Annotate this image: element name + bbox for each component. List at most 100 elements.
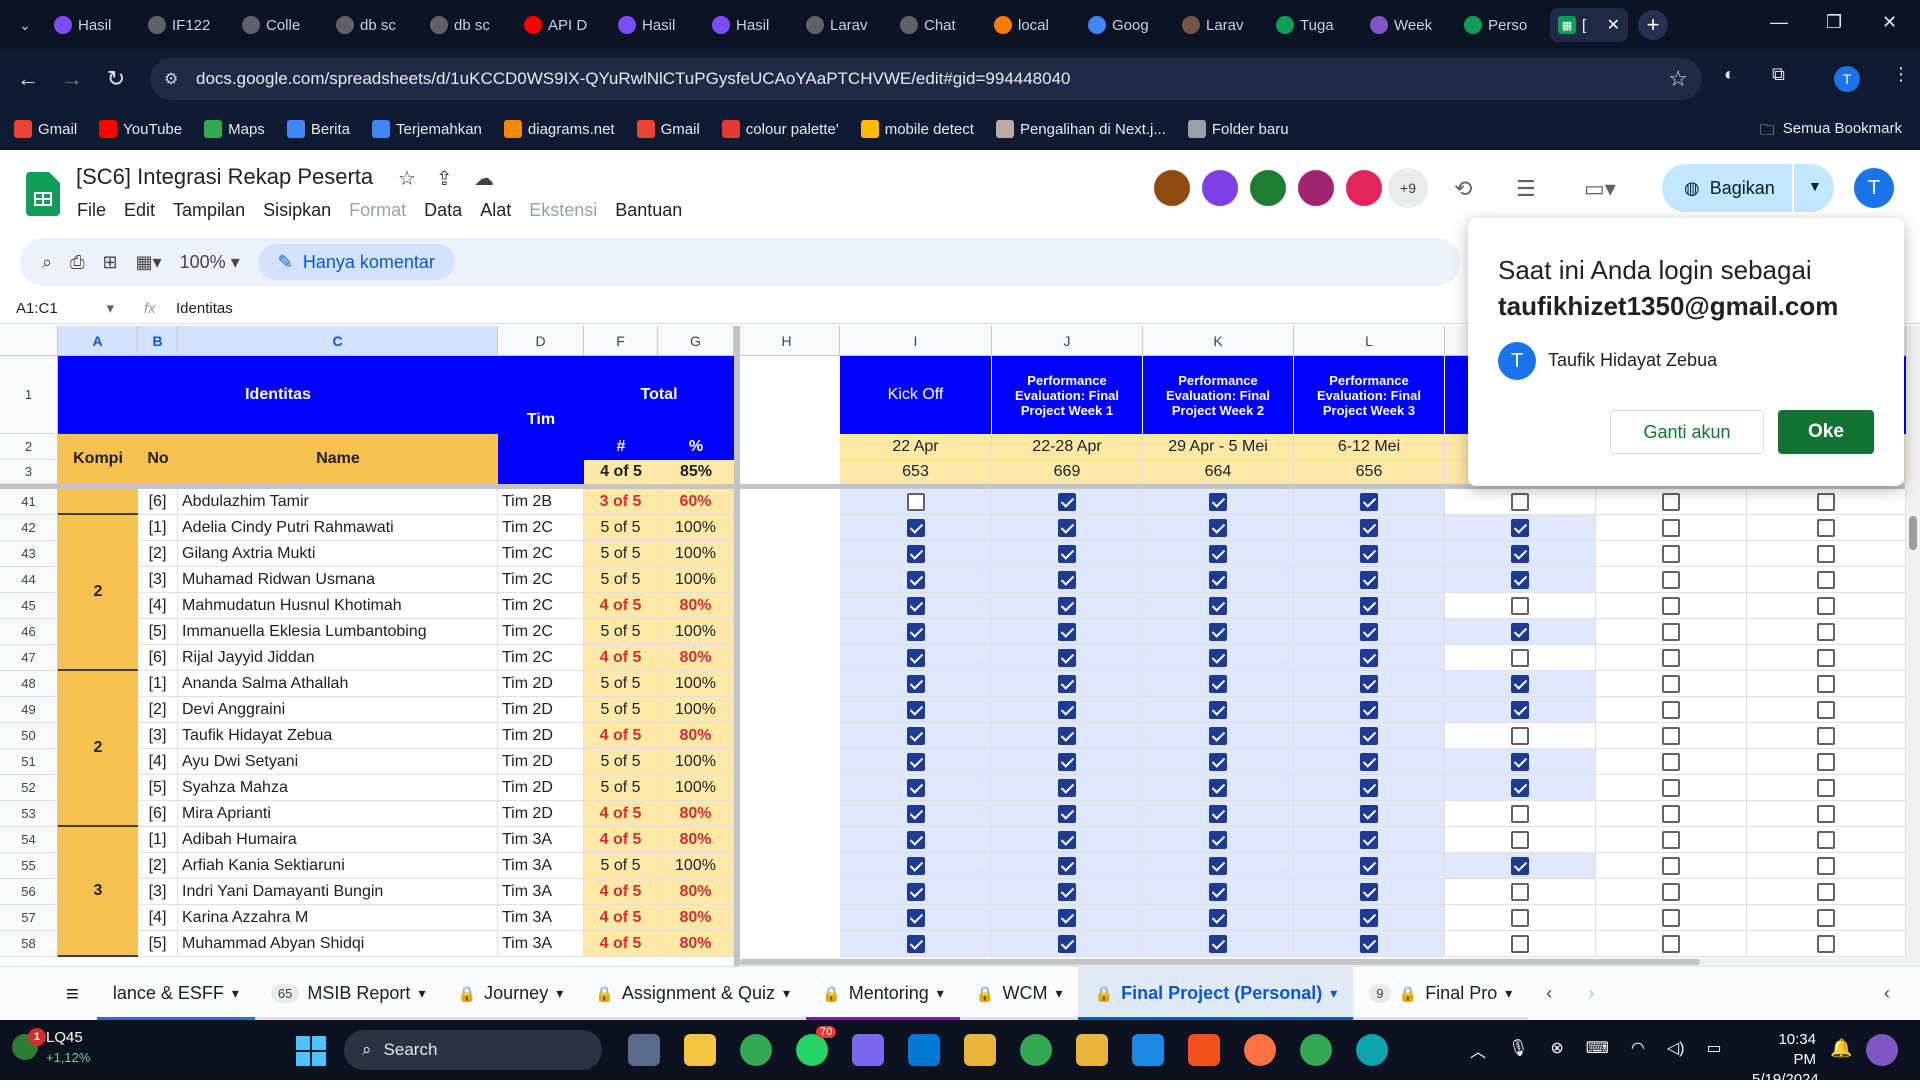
kompi-cell[interactable]	[58, 489, 138, 515]
checkbox-checked[interactable]	[906, 596, 925, 615]
week-count[interactable]: 664	[1143, 460, 1294, 484]
checkbox-checked[interactable]	[1058, 752, 1076, 771]
checkbox-cell[interactable]	[1596, 853, 1747, 879]
row-header[interactable]: 46	[0, 619, 58, 645]
checkbox-checked[interactable]	[1209, 700, 1227, 719]
checkbox-checked[interactable]	[1058, 934, 1076, 953]
checkbox-cell[interactable]	[1596, 619, 1747, 645]
checkbox-cell[interactable]	[992, 697, 1143, 723]
account-avatar[interactable]: T	[1854, 168, 1894, 208]
checkbox-unchecked[interactable]	[1511, 648, 1529, 667]
row-header[interactable]: 52	[0, 775, 58, 801]
checkbox-checked[interactable]	[1209, 752, 1227, 771]
count-cell[interactable]: 4 of 5	[584, 723, 658, 749]
checkbox-checked[interactable]	[1209, 674, 1227, 693]
checkbox-cell[interactable]	[1143, 593, 1294, 619]
view-options-icon[interactable]: ▦▾	[136, 252, 162, 273]
no-cell[interactable]: [3]	[138, 879, 178, 905]
row-header[interactable]: 54	[0, 827, 58, 853]
checkbox-checked[interactable]	[1360, 856, 1378, 875]
tim-cell[interactable]: Tim 2C	[498, 593, 584, 619]
checkbox-checked[interactable]	[1209, 596, 1227, 615]
sheet-tab[interactable]: 🔒 Assignment & Quiz ▾	[579, 967, 807, 1021]
checkbox-cell[interactable]	[1143, 697, 1294, 723]
name-box[interactable]: A1:C1	[0, 299, 124, 317]
task-view-icon[interactable]	[628, 1034, 660, 1066]
checkbox-unchecked[interactable]	[1662, 544, 1680, 563]
week-date[interactable]: 6-12 Mei	[1294, 434, 1445, 460]
checkbox-checked[interactable]	[1058, 544, 1076, 563]
notification-bell-icon[interactable]: 🔔	[1830, 1038, 1852, 1059]
checkbox-unchecked[interactable]	[1511, 596, 1529, 615]
tim-header[interactable]: Tim	[498, 356, 584, 484]
checkbox-checked[interactable]	[906, 674, 925, 693]
checkbox-cell[interactable]	[1143, 827, 1294, 853]
checkbox-unchecked[interactable]	[1817, 882, 1835, 901]
checkbox-checked[interactable]	[1058, 830, 1076, 849]
vscode-icon[interactable]	[908, 1034, 940, 1066]
browser-tab[interactable]: Hasil	[610, 8, 698, 42]
checkbox-cell[interactable]	[840, 879, 992, 905]
browser-menu-icon[interactable]: ⋮	[1892, 64, 1910, 85]
row-header[interactable]: 47	[0, 645, 58, 671]
checkbox-cell[interactable]	[1747, 567, 1906, 593]
bookmark-item[interactable]: colour palette'	[721, 120, 839, 138]
checkbox-cell[interactable]	[1596, 879, 1747, 905]
vertical-scroll-thumb[interactable]	[1909, 516, 1917, 550]
checkbox-cell[interactable]	[1445, 853, 1596, 879]
checkbox-unchecked[interactable]	[1817, 700, 1835, 719]
row-header[interactable]: 55	[0, 853, 58, 879]
checkbox-cell[interactable]	[1294, 749, 1445, 775]
checkbox-cell[interactable]	[1143, 879, 1294, 905]
bookmark-item[interactable]: Gmail	[14, 120, 77, 138]
browser-tab[interactable]: Chat	[892, 8, 980, 42]
checkbox-cell[interactable]	[1596, 827, 1747, 853]
kompi-header[interactable]: Kompi	[58, 434, 138, 484]
menu-item[interactable]: Sisipkan	[254, 196, 340, 225]
clock[interactable]: 10:34 PM 5/19/2024	[1752, 1030, 1819, 1090]
sheet-tab-dropdown-icon[interactable]: ▾	[1055, 985, 1062, 1002]
sheet-tab[interactable]: 🔒 Journey ▾	[441, 967, 580, 1021]
checkbox-unchecked[interactable]	[1662, 908, 1680, 927]
checkbox-cell[interactable]	[840, 697, 992, 723]
no-cell[interactable]: [1]	[138, 827, 178, 853]
bookmark-item[interactable]: Berita	[286, 120, 350, 138]
checkbox-cell[interactable]	[1596, 697, 1747, 723]
count-cell[interactable]: 5 of 5	[584, 567, 658, 593]
checkbox-unchecked[interactable]	[1817, 596, 1835, 615]
column-header[interactable]: G	[658, 326, 734, 356]
sheet-tab[interactable]: 🔒 WCM ▾	[959, 967, 1079, 1021]
checkbox-cell[interactable]	[840, 827, 992, 853]
name-cell[interactable]: Ayu Dwi Setyani	[178, 749, 498, 775]
no-cell[interactable]: [4]	[138, 905, 178, 931]
tim-cell[interactable]: Tim 3A	[498, 905, 584, 931]
column-header[interactable]: B	[138, 326, 178, 356]
checkbox-unchecked[interactable]	[1662, 570, 1680, 589]
pct-cell[interactable]: 60%	[658, 489, 734, 515]
sheet-tab-dropdown-icon[interactable]: ▾	[783, 985, 790, 1002]
checkbox-cell[interactable]	[1747, 619, 1906, 645]
corner-select-all[interactable]	[0, 326, 58, 356]
menu-item[interactable]: Ekstensi	[520, 196, 606, 225]
week-count[interactable]: 656	[1294, 460, 1445, 484]
row-header[interactable]: 51	[0, 749, 58, 775]
app-tray-icon[interactable]: ⊗	[1550, 1038, 1563, 1062]
checkbox-checked[interactable]	[1360, 778, 1378, 797]
browser-tab[interactable]: Hasil	[704, 8, 792, 42]
checkbox-checked[interactable]	[1360, 492, 1378, 511]
name-cell[interactable]: Abdulazhim Tamir	[178, 489, 498, 515]
menu-item[interactable]: File	[68, 196, 115, 225]
week-date[interactable]: 29 Apr - 5 Mei	[1143, 434, 1294, 460]
count-cell[interactable]: 3 of 5	[584, 489, 658, 515]
pct-cell[interactable]: 80%	[658, 723, 734, 749]
edge-icon[interactable]	[1356, 1034, 1388, 1066]
checkbox-checked[interactable]	[1058, 856, 1076, 875]
checkbox-cell[interactable]	[1596, 905, 1747, 931]
checkbox-cell[interactable]	[1445, 645, 1596, 671]
checkbox-checked[interactable]	[1360, 570, 1378, 589]
checkbox-checked[interactable]	[1209, 934, 1227, 953]
row-header[interactable]: 48	[0, 671, 58, 697]
checkbox-cell[interactable]	[1143, 619, 1294, 645]
checkbox-checked[interactable]	[1058, 648, 1076, 667]
checkbox-unchecked[interactable]	[1817, 648, 1835, 667]
